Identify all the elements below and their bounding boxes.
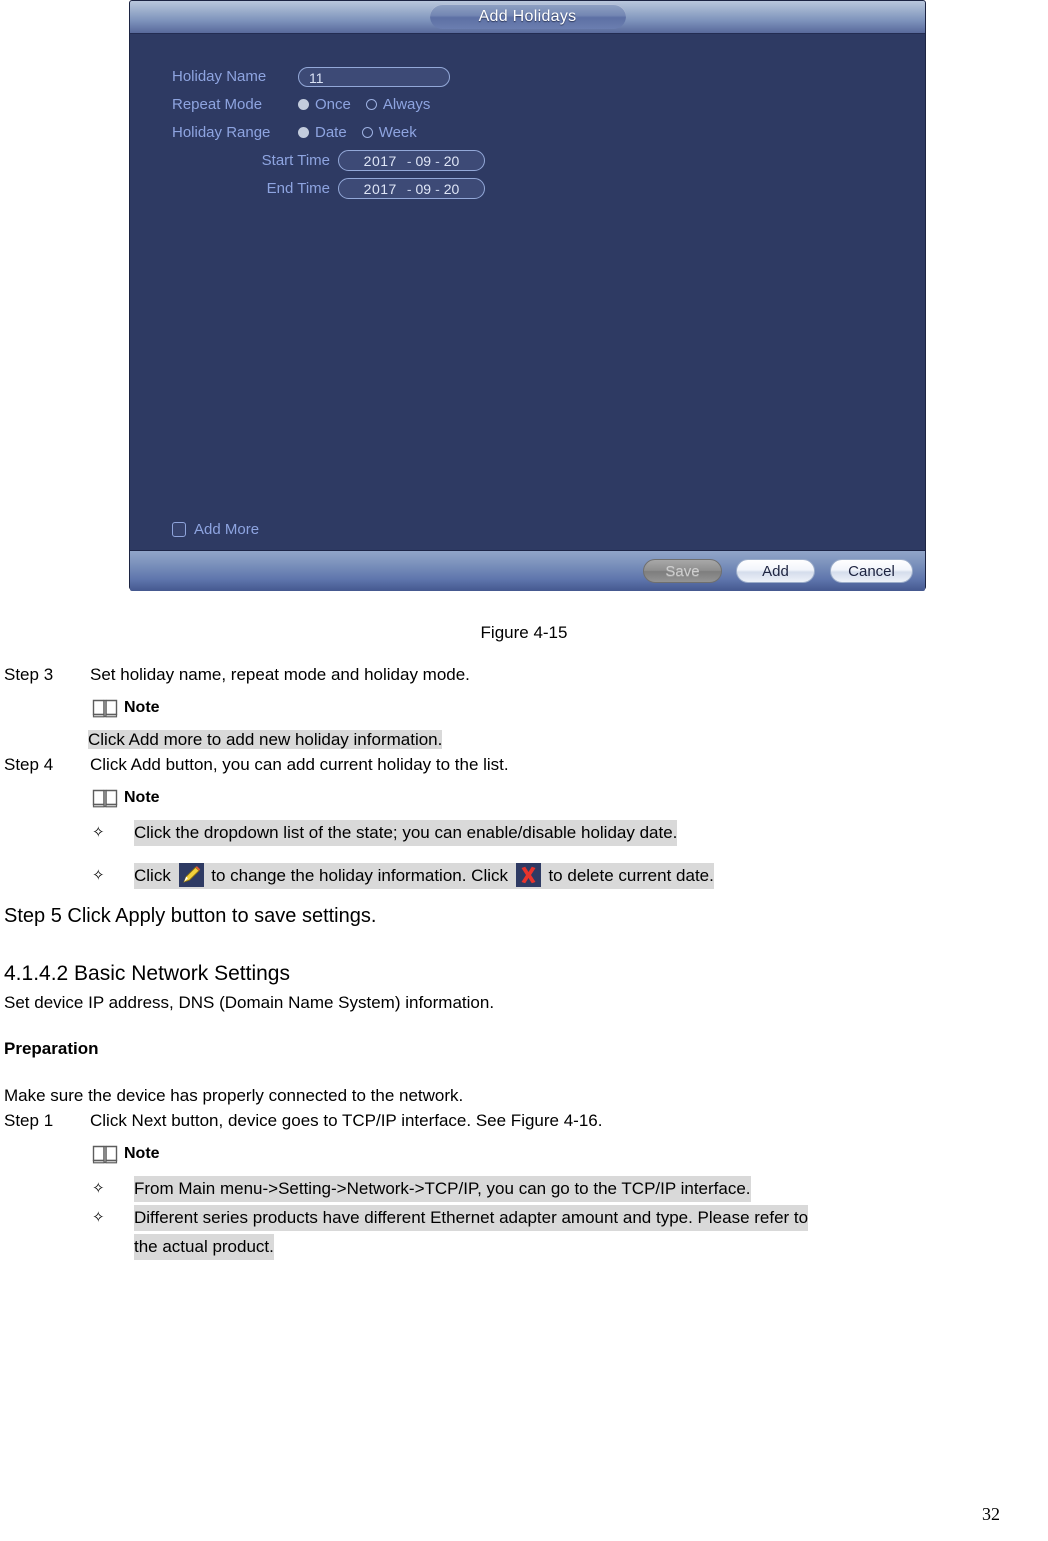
radio-date[interactable]: Date (298, 124, 347, 141)
step-4-tag: Step 4 (4, 755, 54, 774)
end-day: 20 (443, 180, 460, 197)
radio-dot-icon (298, 127, 309, 138)
diamond-bullet-icon: ✧ (92, 867, 105, 884)
diamond-bullet-icon: ✧ (92, 824, 105, 841)
note-2-bullet-1: ✧ Click the dropdown list of the state; … (92, 817, 1048, 846)
repeat-mode-radio-group: Once Always (298, 96, 430, 113)
step-4-text: Click Add button, you can add current ho… (90, 755, 509, 774)
dialog-title: Add Holidays (429, 4, 626, 29)
holiday-range-label: Holiday Range (172, 124, 271, 141)
holiday-name-label: Holiday Name (172, 68, 267, 85)
add-holidays-dialog: Add Holidays Holiday Name 11 Repeat Mode… (129, 0, 926, 591)
step-3-text: Set holiday name, repeat mode and holida… (90, 665, 470, 684)
page-number: 32 (982, 1504, 1000, 1524)
add-more-checkbox-row[interactable]: Add More (172, 521, 259, 538)
note-heading-2: Note (92, 787, 1048, 809)
date-separator: - (406, 152, 412, 169)
note-3-bullet-2: ✧ Different series products have differe… (92, 1202, 1048, 1231)
holiday-form: Holiday Name 11 Repeat Mode Once Always (172, 63, 485, 203)
note-3-bullet-1-text: From Main menu->Setting->Network->TCP/IP… (134, 1176, 751, 1202)
step-1-tag: Step 1 (4, 1111, 54, 1130)
preparation-heading: Preparation (4, 1039, 99, 1058)
start-day: 20 (443, 152, 460, 169)
dialog-body: Holiday Name 11 Repeat Mode Once Always (130, 34, 925, 550)
end-time-label: End Time (266, 180, 330, 197)
document-body: Step 3 Set holiday name, repeat mode and… (0, 665, 1048, 1260)
note-2-bullet-2-text: Click to change the holiday information.… (134, 863, 714, 889)
section-heading: 4.1.4.2 Basic Network Settings (4, 962, 290, 985)
start-month: 09 (415, 152, 432, 169)
book-icon (92, 697, 118, 719)
note-3-bullet-2-continued: the actual product. (92, 1231, 1048, 1260)
end-time-row: End Time 2017 - 09 - 20 (172, 175, 485, 202)
add-more-checkbox[interactable] (172, 522, 186, 537)
radio-dot-icon (298, 99, 309, 110)
note-heading-3: Note (92, 1143, 1048, 1165)
date-separator: - (435, 180, 440, 197)
note-label: Note (124, 1145, 160, 1162)
book-icon (92, 787, 118, 809)
holiday-range-radio-group: Date Week (298, 124, 417, 141)
radio-week[interactable]: Week (361, 124, 417, 141)
step-3-line: Step 3 Set holiday name, repeat mode and… (4, 665, 1048, 685)
holiday-name-row: Holiday Name 11 (172, 63, 485, 90)
figure-caption: Figure 4-15 (480, 623, 568, 642)
radio-dot-icon (365, 99, 377, 110)
radio-dot-icon (361, 127, 373, 138)
end-time-input[interactable]: 2017 - 09 - 20 (338, 178, 485, 199)
holiday-range-row: Holiday Range Date Week (172, 119, 485, 146)
holiday-name-input[interactable]: 11 (298, 66, 450, 87)
section-subtext: Set device IP address, DNS (Domain Name … (4, 993, 495, 1012)
middle-text: to change the holiday information. Click (206, 866, 513, 885)
radio-date-label: Date (315, 124, 347, 141)
end-year: 2017 (363, 180, 397, 197)
pencil-icon (178, 863, 204, 887)
diamond-bullet-icon: ✧ (92, 1180, 105, 1197)
note-1-body: Click Add more to add new holiday inform… (88, 727, 1048, 752)
step-5-line: Step 5 Click Apply button to save settin… (4, 905, 377, 927)
date-separator: - (406, 180, 412, 197)
start-time-row: Start Time 2017 - 09 - 20 (172, 147, 485, 174)
radio-always-label: Always (382, 96, 431, 113)
step-1-text: Click Next button, device goes to TCP/IP… (90, 1111, 603, 1130)
add-more-label: Add More (194, 521, 260, 538)
date-separator: - (435, 152, 440, 169)
note-label: Note (124, 789, 160, 806)
end-month: 09 (415, 180, 432, 197)
diamond-bullet-icon: ✧ (92, 1209, 105, 1226)
note-1-text: Click Add more to add new holiday inform… (88, 730, 443, 749)
note-3-bullet-1: ✧ From Main menu->Setting->Network->TCP/… (92, 1173, 1048, 1202)
book-icon (92, 1143, 118, 1165)
note-heading-1: Note (92, 697, 1048, 719)
cancel-button[interactable]: Cancel (830, 559, 913, 583)
add-button[interactable]: Add (736, 559, 815, 583)
note-2-bullet-2: ✧ Click to change the holiday informatio… (92, 860, 1048, 889)
preparation-text: Make sure the device has properly connec… (4, 1086, 464, 1105)
note-2-bullet-1-text: Click the dropdown list of the state; yo… (134, 820, 678, 846)
radio-once[interactable]: Once (298, 96, 351, 113)
dialog-titlebar: Add Holidays (130, 1, 925, 34)
start-year: 2017 (363, 152, 397, 169)
step-1-line: Step 1 Click Next button, device goes to… (4, 1111, 1048, 1131)
suffix-text: to delete current date. (543, 866, 714, 885)
step-3-tag: Step 3 (4, 665, 54, 684)
note-3-bullet-2-text: Different series products have different… (134, 1205, 809, 1231)
start-time-label: Start Time (261, 152, 330, 169)
radio-week-label: Week (378, 124, 417, 141)
click-prefix-text: Click (134, 866, 176, 885)
note-label: Note (124, 699, 160, 716)
save-button[interactable]: Save (643, 559, 722, 583)
note-3-bullet-2-continued-text: the actual product. (134, 1234, 274, 1260)
dialog-button-bar: Save Add Cancel (130, 550, 925, 591)
repeat-mode-row: Repeat Mode Once Always (172, 91, 485, 118)
repeat-mode-label: Repeat Mode (172, 96, 263, 113)
radio-always[interactable]: Always (365, 96, 431, 113)
radio-once-label: Once (315, 96, 351, 113)
red-x-icon (515, 863, 541, 887)
start-time-input[interactable]: 2017 - 09 - 20 (338, 150, 485, 171)
step-4-line: Step 4 Click Add button, you can add cur… (4, 755, 1048, 775)
